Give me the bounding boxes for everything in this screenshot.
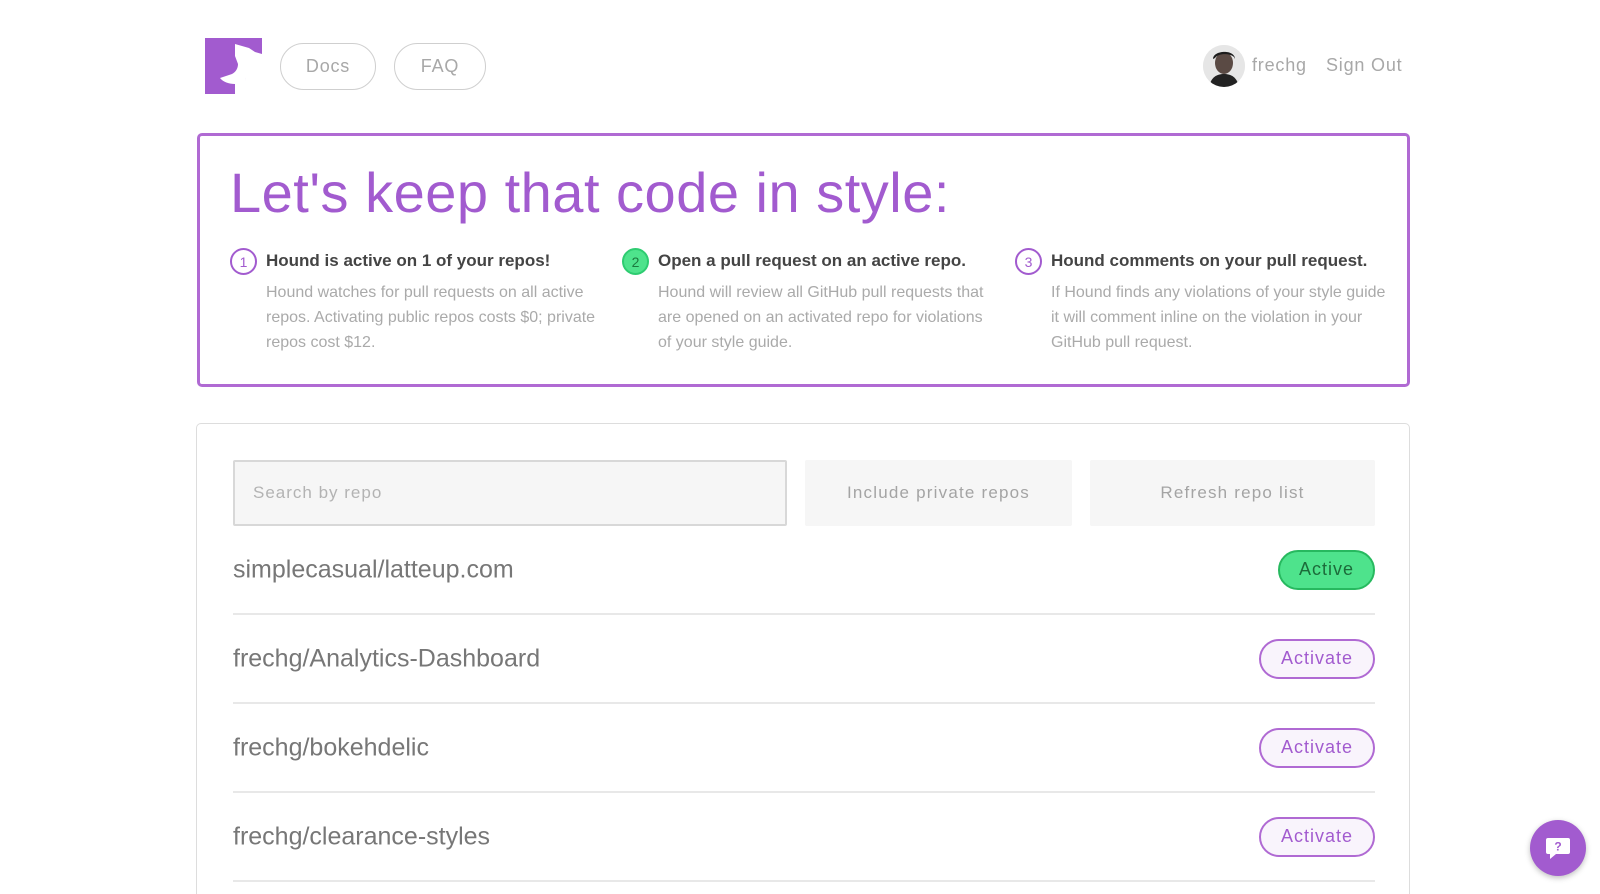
help-chat-button[interactable]: ? — [1530, 820, 1586, 876]
step-number-badge: 3 — [1015, 248, 1042, 275]
repo-name: frechg/Analytics-Dashboard — [233, 644, 541, 672]
repo-list-panel: Include private repos Refresh repo list … — [196, 423, 1410, 894]
svg-text:?: ? — [1554, 840, 1561, 854]
repo-name: simplecasual/latteup.com — [233, 555, 514, 583]
step-number-badge: 1 — [230, 248, 257, 275]
page-title: Let's keep that code in style: — [230, 161, 950, 224]
username: frechg — [1252, 55, 1307, 75]
step-description: Hound will review all GitHub pull reques… — [658, 284, 984, 351]
hound-logo-icon[interactable] — [205, 38, 262, 94]
docs-link[interactable]: Docs — [280, 43, 376, 90]
repo-row: simplecasual/latteup.com Active — [233, 526, 1375, 615]
step-title: Hound is active on 1 of your repos! — [266, 251, 551, 270]
include-private-repos-button[interactable]: Include private repos — [805, 460, 1072, 526]
repo-activate-button[interactable]: Activate — [1259, 816, 1375, 857]
repo-name: frechg/clearance-styles — [233, 822, 491, 850]
repo-name: frechg/bokehdelic — [233, 733, 429, 761]
step-title: Open a pull request on an active repo. — [658, 251, 966, 270]
onboarding-banner: Let's keep that code in style: 1 Hound i… — [197, 133, 1410, 387]
header: Docs FAQ frechg Sign Out — [0, 0, 1600, 130]
sign-out-link[interactable]: Sign Out — [1326, 55, 1402, 76]
refresh-repo-list-button[interactable]: Refresh repo list — [1090, 460, 1375, 526]
faq-link[interactable]: FAQ — [394, 43, 486, 90]
repo-row: frechg/Analytics-Dashboard Activate — [233, 615, 1375, 704]
step-title: Hound comments on your pull request. — [1051, 251, 1368, 270]
repo-activate-button[interactable]: Activate — [1259, 638, 1375, 679]
repo-row: frechg/clearance-styles Activate — [233, 793, 1375, 882]
repo-row: frechg/bokehdelic Activate — [233, 704, 1375, 793]
user-avatar[interactable] — [1203, 45, 1245, 87]
repo-active-toggle-button[interactable]: Active — [1278, 549, 1375, 590]
step-description: If Hound finds any violations of your st… — [1051, 284, 1386, 351]
repo-activate-button[interactable]: Activate — [1259, 727, 1375, 768]
step-number-badge: 2 — [622, 248, 649, 275]
help-chat-icon: ? — [1546, 838, 1570, 859]
step-description: Hound watches for pull requests on all a… — [266, 284, 596, 351]
search-repo-input[interactable] — [233, 460, 787, 526]
